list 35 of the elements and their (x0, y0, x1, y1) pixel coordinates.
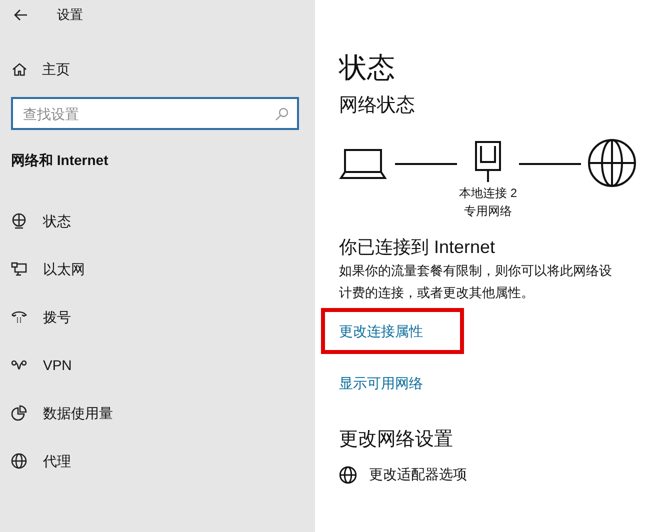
monitor-icon (11, 261, 27, 277)
network-type: 专用网络 (464, 203, 512, 220)
back-arrow-icon (14, 9, 28, 21)
section-heading: 网络和 Internet (10, 151, 110, 170)
link[interactable]: 显示可用网络 (339, 372, 423, 394)
connection-heading: 你已连接到 Internet (339, 236, 496, 259)
globe-monitor-icon (11, 213, 27, 229)
adapter-name: 本地连接 2 (458, 185, 517, 202)
laptop-icon (339, 146, 387, 182)
description-text: 如果你的流量套餐有限制，则你可以将此网络设 (339, 262, 613, 280)
link[interactable]: 更改连接属性 (339, 320, 423, 342)
connection-line (395, 163, 457, 165)
pie-chart-icon (11, 405, 27, 421)
nav-item[interactable]: 数据使用量 (0, 389, 315, 437)
globe-icon (587, 138, 637, 188)
ethernet-port-icon (474, 138, 502, 184)
connection-line (519, 163, 581, 165)
search-field[interactable]: 查找设置 (11, 97, 299, 130)
nav-item[interactable]: 代理 (0, 437, 315, 485)
nav-item[interactable]: VPN (0, 341, 315, 389)
home-nav-item[interactable]: 主页 (0, 51, 315, 87)
description-text: 计费的连接，或者更改其他属性。 (339, 284, 535, 302)
globe-icon (339, 466, 357, 484)
section-heading: 更改网络设置 (339, 428, 454, 452)
globe-icon (11, 453, 27, 469)
search-icon (275, 107, 289, 121)
home-icon (12, 62, 27, 76)
nav-item[interactable]: 状态 (0, 197, 315, 245)
section-heading: 网络状态 (339, 94, 416, 118)
window-title: 设置 (57, 6, 83, 24)
nav-item[interactable]: 拨号 (0, 293, 315, 341)
page-title: 状态 (339, 51, 396, 85)
settings-option[interactable]: 更改适配器选项 (339, 464, 669, 485)
phone-icon (11, 309, 27, 325)
nav-item[interactable]: 以太网 (0, 245, 315, 293)
